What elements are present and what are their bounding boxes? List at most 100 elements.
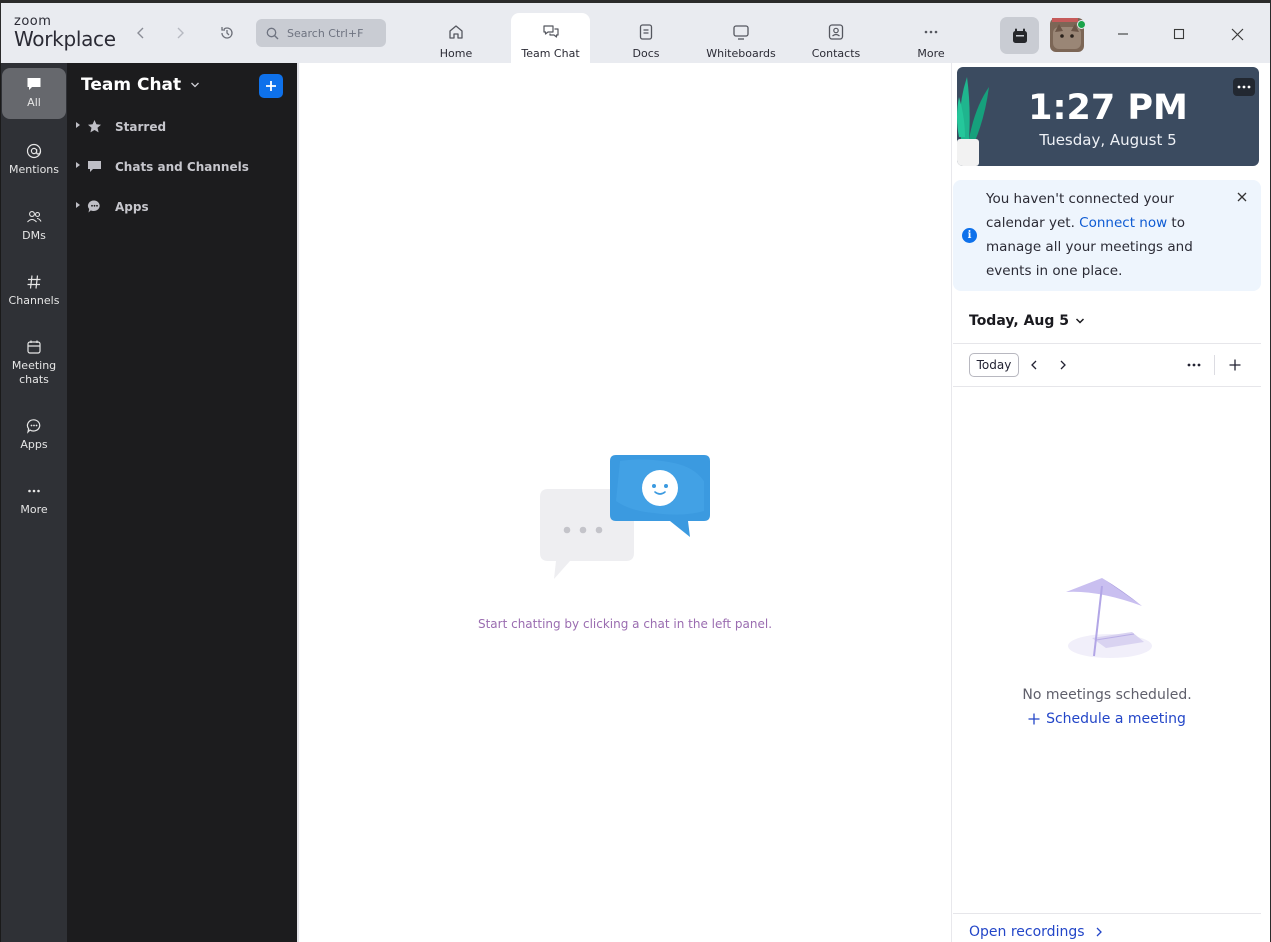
close-notice-button[interactable] <box>1237 192 1247 202</box>
rail-item-apps-label: Apps <box>20 438 48 451</box>
chevron-left-icon <box>137 27 144 39</box>
zoom-workplace-logo: zoom Workplace <box>14 15 116 49</box>
plus-icon <box>266 81 276 91</box>
close-icon <box>1237 192 1247 202</box>
apps-icon <box>26 419 41 434</box>
sidebar-title[interactable]: Team Chat <box>81 75 200 95</box>
close-window-button[interactable] <box>1226 23 1248 45</box>
rail-item-mentions[interactable]: Mentions <box>1 143 67 177</box>
more-icon <box>1237 85 1251 89</box>
people-icon <box>27 211 42 223</box>
open-recordings-label: Open recordings <box>969 924 1085 940</box>
expand-caret-icon <box>76 201 80 208</box>
chevron-right-icon <box>1096 927 1102 937</box>
chevron-right-icon <box>177 27 184 39</box>
clock-time: 1:27 PM <box>1028 88 1188 128</box>
tab-whiteboards[interactable]: Whiteboards <box>701 13 781 66</box>
minimize-button[interactable] <box>1112 23 1134 45</box>
new-chat-button[interactable] <box>259 74 283 98</box>
doc-icon <box>639 24 653 40</box>
tab-home[interactable]: Home <box>425 13 487 66</box>
hash-icon <box>27 275 41 289</box>
maximize-button[interactable] <box>1168 23 1190 45</box>
plus-icon <box>1028 713 1040 725</box>
home-icon <box>449 25 463 39</box>
apps-icon <box>87 200 100 213</box>
rail-item-all[interactable]: All <box>2 68 66 120</box>
rail-item-more[interactable]: More <box>1 483 67 517</box>
tab-more-label: More <box>917 47 945 60</box>
whiteboard-icon <box>733 25 749 40</box>
calendar-date-selector[interactable]: Today, Aug 5 <box>969 313 1085 329</box>
info-icon: i <box>962 228 977 243</box>
calendar-connect-notice: i You haven't connected your calendar ye… <box>953 180 1261 291</box>
star-icon <box>88 120 101 133</box>
divider <box>953 343 1261 344</box>
connect-now-link[interactable]: Connect now <box>1079 215 1167 231</box>
maximize-icon <box>1173 28 1185 40</box>
sidebar-section-apps-label: Apps <box>115 199 149 214</box>
search-input[interactable]: Search Ctrl+F <box>256 19 386 47</box>
close-icon <box>1231 28 1243 40</box>
forward-button[interactable] <box>169 22 191 44</box>
rail-item-meeting-label-1: Meeting <box>11 359 57 372</box>
chevron-down-icon <box>1076 318 1085 324</box>
sidebar-section-chats-and-channels[interactable]: Chats and Channels <box>76 159 249 174</box>
sidebar-section-apps[interactable]: Apps <box>76 199 149 214</box>
previous-day-button[interactable] <box>1025 357 1043 373</box>
add-event-button[interactable] <box>1226 357 1244 373</box>
tab-home-label: Home <box>439 47 473 60</box>
rail-item-channels[interactable]: Channels <box>1 274 67 308</box>
calendar-more-button[interactable] <box>1185 357 1203 373</box>
online-status-dot <box>1077 20 1086 29</box>
plus-icon <box>1229 359 1241 371</box>
tab-docs[interactable]: Docs <box>616 13 676 66</box>
calendar-icon <box>27 340 41 354</box>
clips-button[interactable] <box>1000 17 1039 54</box>
expand-caret-icon <box>76 161 80 168</box>
calendar-clip-icon <box>1012 28 1027 43</box>
sidebar-section-starred-label: Starred <box>115 119 167 134</box>
tab-team-chat[interactable]: Team Chat <box>511 13 590 66</box>
no-meetings-text: No meetings scheduled. <box>1022 687 1192 703</box>
clock-widget: 1:27 PM Tuesday, August 5 <box>957 67 1259 166</box>
rail-item-all-label: All <box>27 96 41 109</box>
clock-date: Tuesday, August 5 <box>1039 131 1177 149</box>
clock-more-button[interactable] <box>1233 78 1255 96</box>
rail-item-dms[interactable]: DMs <box>1 209 67 243</box>
chat-main-area: Start chatting by clicking a chat in the… <box>297 63 951 942</box>
more-icon <box>1187 363 1201 367</box>
contacts-icon <box>828 24 844 40</box>
rail-item-apps[interactable]: Apps <box>1 418 67 452</box>
avatar[interactable] <box>1050 18 1086 52</box>
sidebar-section-chats-label: Chats and Channels <box>115 159 249 174</box>
chat-bubble-icon <box>27 78 41 90</box>
toolbar-separator <box>1214 355 1215 375</box>
tab-more[interactable]: More <box>901 13 961 66</box>
at-icon <box>26 143 42 159</box>
tab-team-chat-label: Team Chat <box>521 47 580 60</box>
chevron-right-icon <box>1060 360 1066 370</box>
open-recordings-link[interactable]: Open recordings <box>969 924 1103 940</box>
schedule-meeting-link[interactable]: Schedule a meeting <box>953 711 1261 727</box>
empty-chat-illustration <box>540 455 710 579</box>
rail-item-meeting-chats[interactable]: Meeting chats <box>1 339 67 388</box>
logo-line-2: Workplace <box>14 27 116 51</box>
history-button[interactable] <box>216 22 238 44</box>
chevron-left-icon <box>1031 360 1037 370</box>
tab-contacts-label: Contacts <box>811 47 861 60</box>
expand-caret-icon <box>76 121 80 128</box>
sidebar-title-text: Team Chat <box>81 75 182 95</box>
tab-contacts[interactable]: Contacts <box>806 13 866 66</box>
chevron-down-icon <box>191 82 200 88</box>
more-icon <box>924 30 938 34</box>
sidebar-section-starred[interactable]: Starred <box>76 119 166 134</box>
today-button[interactable]: Today <box>969 353 1019 377</box>
back-button[interactable] <box>130 22 152 44</box>
next-day-button[interactable] <box>1054 357 1072 373</box>
beach-umbrella-illustration <box>1066 578 1152 658</box>
left-icon-rail: All Mentions DMs Channels Meeting chats … <box>0 63 67 942</box>
calendar-date-label: Today, Aug 5 <box>969 313 1070 329</box>
rail-item-mentions-label: Mentions <box>8 163 60 176</box>
search-icon <box>266 27 279 39</box>
